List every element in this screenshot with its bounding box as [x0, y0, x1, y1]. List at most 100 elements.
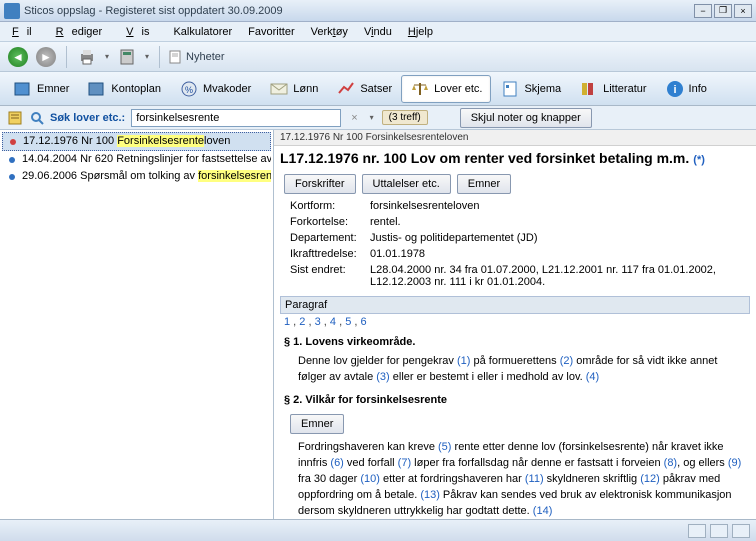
tab-info[interactable]: iInfo [656, 75, 716, 103]
para-link[interactable]: 1 [284, 316, 290, 328]
percent-icon: % [179, 79, 199, 99]
form-icon [500, 79, 520, 99]
close-button[interactable]: × [734, 4, 752, 18]
note-link[interactable]: (14) [533, 505, 553, 517]
hide-notes-button[interactable]: Skjul noter og knapper [460, 108, 592, 128]
separator [159, 46, 160, 68]
list-toggle-button[interactable] [6, 109, 24, 127]
meta-label: Ikrafttredelse: [290, 248, 370, 260]
forskrifter-button[interactable]: Forskrifter [284, 174, 356, 194]
uttalelser-button[interactable]: Uttalelser etc. [362, 174, 451, 194]
search-input[interactable] [131, 109, 341, 127]
note-link[interactable]: (11) [525, 473, 544, 485]
tab-emner[interactable]: Emner [4, 75, 78, 103]
note-link[interactable]: (5) [438, 441, 451, 453]
back-button[interactable]: ◄ [6, 45, 30, 69]
forward-button[interactable]: ► [34, 45, 58, 69]
toolbar-tabs: Emner Kontoplan %Mvakoder Lønn Satser Lo… [0, 72, 756, 106]
maximize-button[interactable]: ❐ [714, 4, 732, 18]
document-buttons: Forskrifter Uttalelser etc. Emner [274, 170, 756, 198]
calc-dropdown[interactable]: ▾ [143, 52, 151, 61]
chart-icon [336, 79, 356, 99]
meta-value: forsinkelsesrenteloven [370, 200, 479, 212]
calculator-button[interactable] [115, 45, 139, 69]
para-link[interactable]: 4 [330, 316, 336, 328]
result-item[interactable]: 17.12.1976 Nr 100 Forsinkelsesrenteloven [2, 132, 271, 151]
window-buttons: − ❐ × [694, 4, 752, 18]
menu-tools[interactable]: Verktøy [303, 24, 356, 40]
statusbar [0, 519, 756, 541]
app-icon [4, 3, 20, 19]
note-link[interactable]: (12) [640, 473, 660, 485]
tab-lover[interactable]: Lover etc. [401, 75, 491, 103]
paragraph-links: 1 , 2 , 3 , 4 , 5 , 6 [280, 314, 750, 330]
svg-text:%: % [185, 85, 193, 95]
bullet-icon [7, 136, 19, 148]
titlebar: Sticos oppslag - Registeret sist oppdate… [0, 0, 756, 22]
body-text: Denne lov gjelder for pengekrav (1) på f… [280, 352, 750, 388]
note-link[interactable]: (13) [420, 489, 440, 501]
minimize-button[interactable]: − [694, 4, 712, 18]
print-button[interactable] [75, 45, 99, 69]
books-icon [579, 79, 599, 99]
note-link[interactable]: (3) [376, 371, 389, 383]
tab-litteratur[interactable]: Litteratur [570, 75, 655, 103]
note-link[interactable]: (8) [664, 457, 677, 469]
meta-label: Kortform: [290, 200, 370, 212]
status-segment [732, 524, 750, 538]
menu-edit[interactable]: Rediger [48, 24, 119, 40]
meta-value: rentel. [370, 216, 401, 228]
news-link[interactable]: Nyheter [168, 50, 225, 64]
document-pane: 17.12.1976 Nr 100 Forsinkelsesrenteloven… [274, 130, 756, 519]
meta-value: L28.04.2000 nr. 34 fra 01.07.2000, L21.1… [370, 264, 740, 288]
separator [66, 46, 67, 68]
meta-value: Justis- og politidepartementet (JD) [370, 232, 538, 244]
meta-label: Sist endret: [290, 264, 370, 288]
menu-window[interactable]: Vindu [356, 24, 400, 40]
note-link[interactable]: (2) [560, 355, 573, 367]
para-link[interactable]: 6 [360, 316, 366, 328]
results-pane: 17.12.1976 Nr 100 Forsinkelsesrenteloven… [0, 130, 274, 519]
menu-view[interactable]: Vis [118, 24, 165, 40]
emner-button[interactable]: Emner [457, 174, 511, 194]
result-item[interactable]: 14.04.2004 Nr 620 Retningslinjer for fas… [2, 151, 271, 168]
menu-favorites[interactable]: Favoritter [240, 24, 302, 40]
note-link[interactable]: (9) [728, 457, 741, 469]
window-title: Sticos oppslag - Registeret sist oppdate… [24, 5, 694, 17]
searchbar: Søk lover etc.: × ▾ (3 treff) Skjul note… [0, 106, 756, 130]
search-dropdown[interactable]: ▾ [368, 113, 376, 122]
para-link[interactable]: 2 [299, 316, 305, 328]
tab-mvakoder[interactable]: %Mvakoder [170, 75, 260, 103]
menu-help[interactable]: Hjelp [400, 24, 441, 40]
menu-file[interactable]: Fil [4, 24, 48, 40]
note-link[interactable]: (10) [360, 473, 380, 485]
star-link[interactable]: (*) [693, 154, 705, 166]
clear-search-button[interactable]: × [347, 112, 361, 124]
note-link[interactable]: (1) [457, 355, 470, 367]
tab-kontoplan[interactable]: Kontoplan [78, 75, 170, 103]
note-link[interactable]: (7) [398, 457, 411, 469]
book-icon [87, 79, 107, 99]
menu-calculators[interactable]: Kalkulatorer [165, 24, 240, 40]
print-dropdown[interactable]: ▾ [103, 52, 111, 61]
tab-satser[interactable]: Satser [327, 75, 401, 103]
para-link[interactable]: 5 [345, 316, 351, 328]
search-label[interactable]: Søk lover etc.: [50, 112, 125, 124]
tab-skjema[interactable]: Skjema [491, 75, 570, 103]
result-item[interactable]: 29.06.2006 Spørsmål om tolking av forsin… [2, 168, 271, 185]
news-label: Nyheter [186, 51, 225, 63]
bullet-icon [6, 154, 18, 166]
emner-button[interactable]: Emner [290, 414, 344, 434]
hits-badge: (3 treff) [382, 110, 428, 125]
note-link[interactable]: (6) [330, 457, 343, 469]
book-icon [13, 79, 33, 99]
document-path: 17.12.1976 Nr 100 Forsinkelsesrenteloven [274, 130, 756, 146]
note-link[interactable]: (4) [586, 371, 599, 383]
para-link[interactable]: 3 [315, 316, 321, 328]
body-text: Fordringshaveren kan kreve (5) rente ett… [280, 438, 750, 519]
document-body[interactable]: Kortform:forsinkelsesrenteloven Forkorte… [274, 198, 756, 519]
paragraph-header: Paragraf [280, 296, 750, 314]
info-icon: i [665, 79, 685, 99]
meta-value: 01.01.1978 [370, 248, 425, 260]
tab-lonn[interactable]: Lønn [260, 75, 327, 103]
